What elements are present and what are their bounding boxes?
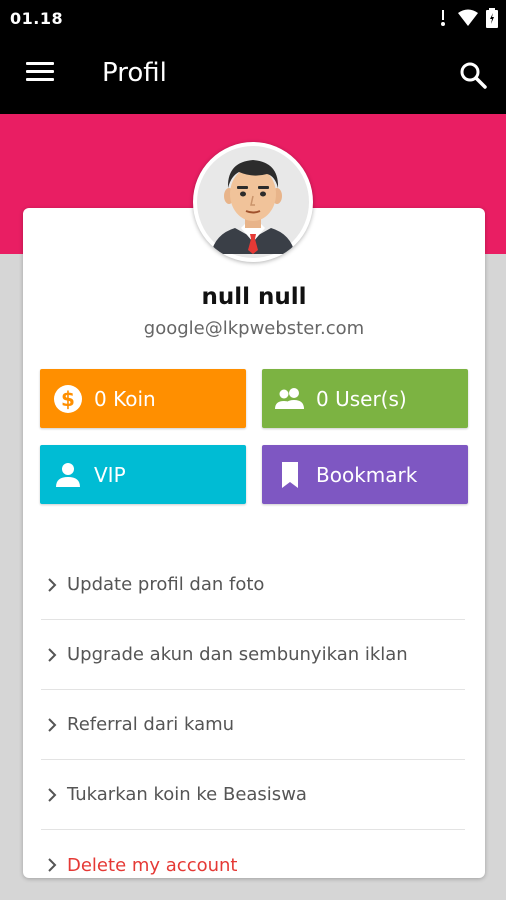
- koin-label: 0 Koin: [94, 386, 156, 411]
- vip-label: VIP: [94, 462, 126, 487]
- coin-dollar-icon: $: [52, 383, 84, 415]
- user-name: null null: [201, 284, 307, 310]
- profile-menu-list: Update profil dan foto Upgrade akun dan …: [41, 550, 465, 878]
- svg-text:$: $: [61, 387, 75, 411]
- users-label: 0 User(s): [316, 386, 407, 411]
- chevron-right-icon: [48, 577, 57, 592]
- search-icon[interactable]: [458, 60, 488, 90]
- chevron-right-icon: [48, 858, 57, 872]
- avatar[interactable]: [193, 142, 313, 262]
- menu-item-redeem-coins[interactable]: Tukarkan koin ke Beasiswa: [41, 760, 465, 830]
- menu-item-label: Delete my account: [67, 854, 238, 876]
- page-title: Profil: [102, 58, 167, 88]
- users-button[interactable]: 0 User(s): [262, 369, 468, 428]
- user-email: google@lkpwebster.com: [143, 318, 365, 339]
- people-icon: [274, 383, 306, 415]
- chevron-right-icon: [48, 647, 57, 662]
- status-icons: [436, 8, 498, 28]
- menu-item-update-profile[interactable]: Update profil dan foto: [41, 550, 465, 620]
- wifi-icon: [458, 9, 478, 26]
- menu-item-label: Referral dari kamu: [67, 714, 235, 735]
- notification-icon: [441, 10, 445, 26]
- menu-item-upgrade-account[interactable]: Upgrade akun dan sembunyikan iklan: [41, 620, 465, 690]
- menu-item-delete-account[interactable]: Delete my account: [41, 830, 465, 878]
- koin-button[interactable]: $ 0 Koin: [40, 369, 246, 428]
- battery-icon: [486, 8, 498, 28]
- bookmark-icon: [274, 459, 306, 491]
- vip-button[interactable]: VIP: [40, 445, 246, 504]
- person-icon: [52, 459, 84, 491]
- menu-item-label: Upgrade akun dan sembunyikan iklan: [67, 644, 408, 665]
- hamburger-menu-icon[interactable]: [26, 62, 54, 84]
- menu-item-referral[interactable]: Referral dari kamu: [41, 690, 465, 760]
- chevron-right-icon: [48, 717, 57, 732]
- bookmark-label: Bookmark: [316, 462, 418, 487]
- chevron-right-icon: [48, 787, 57, 802]
- app-bar: Profil: [0, 36, 506, 114]
- status-bar: 01.18: [0, 0, 506, 36]
- menu-item-label: Tukarkan koin ke Beasiswa: [67, 784, 307, 805]
- profile-card: null null google@lkpwebster.com $ 0 Koin…: [23, 208, 485, 878]
- status-time: 01.18: [10, 9, 64, 28]
- bookmark-button[interactable]: Bookmark: [262, 445, 468, 504]
- menu-item-label: Update profil dan foto: [67, 574, 265, 595]
